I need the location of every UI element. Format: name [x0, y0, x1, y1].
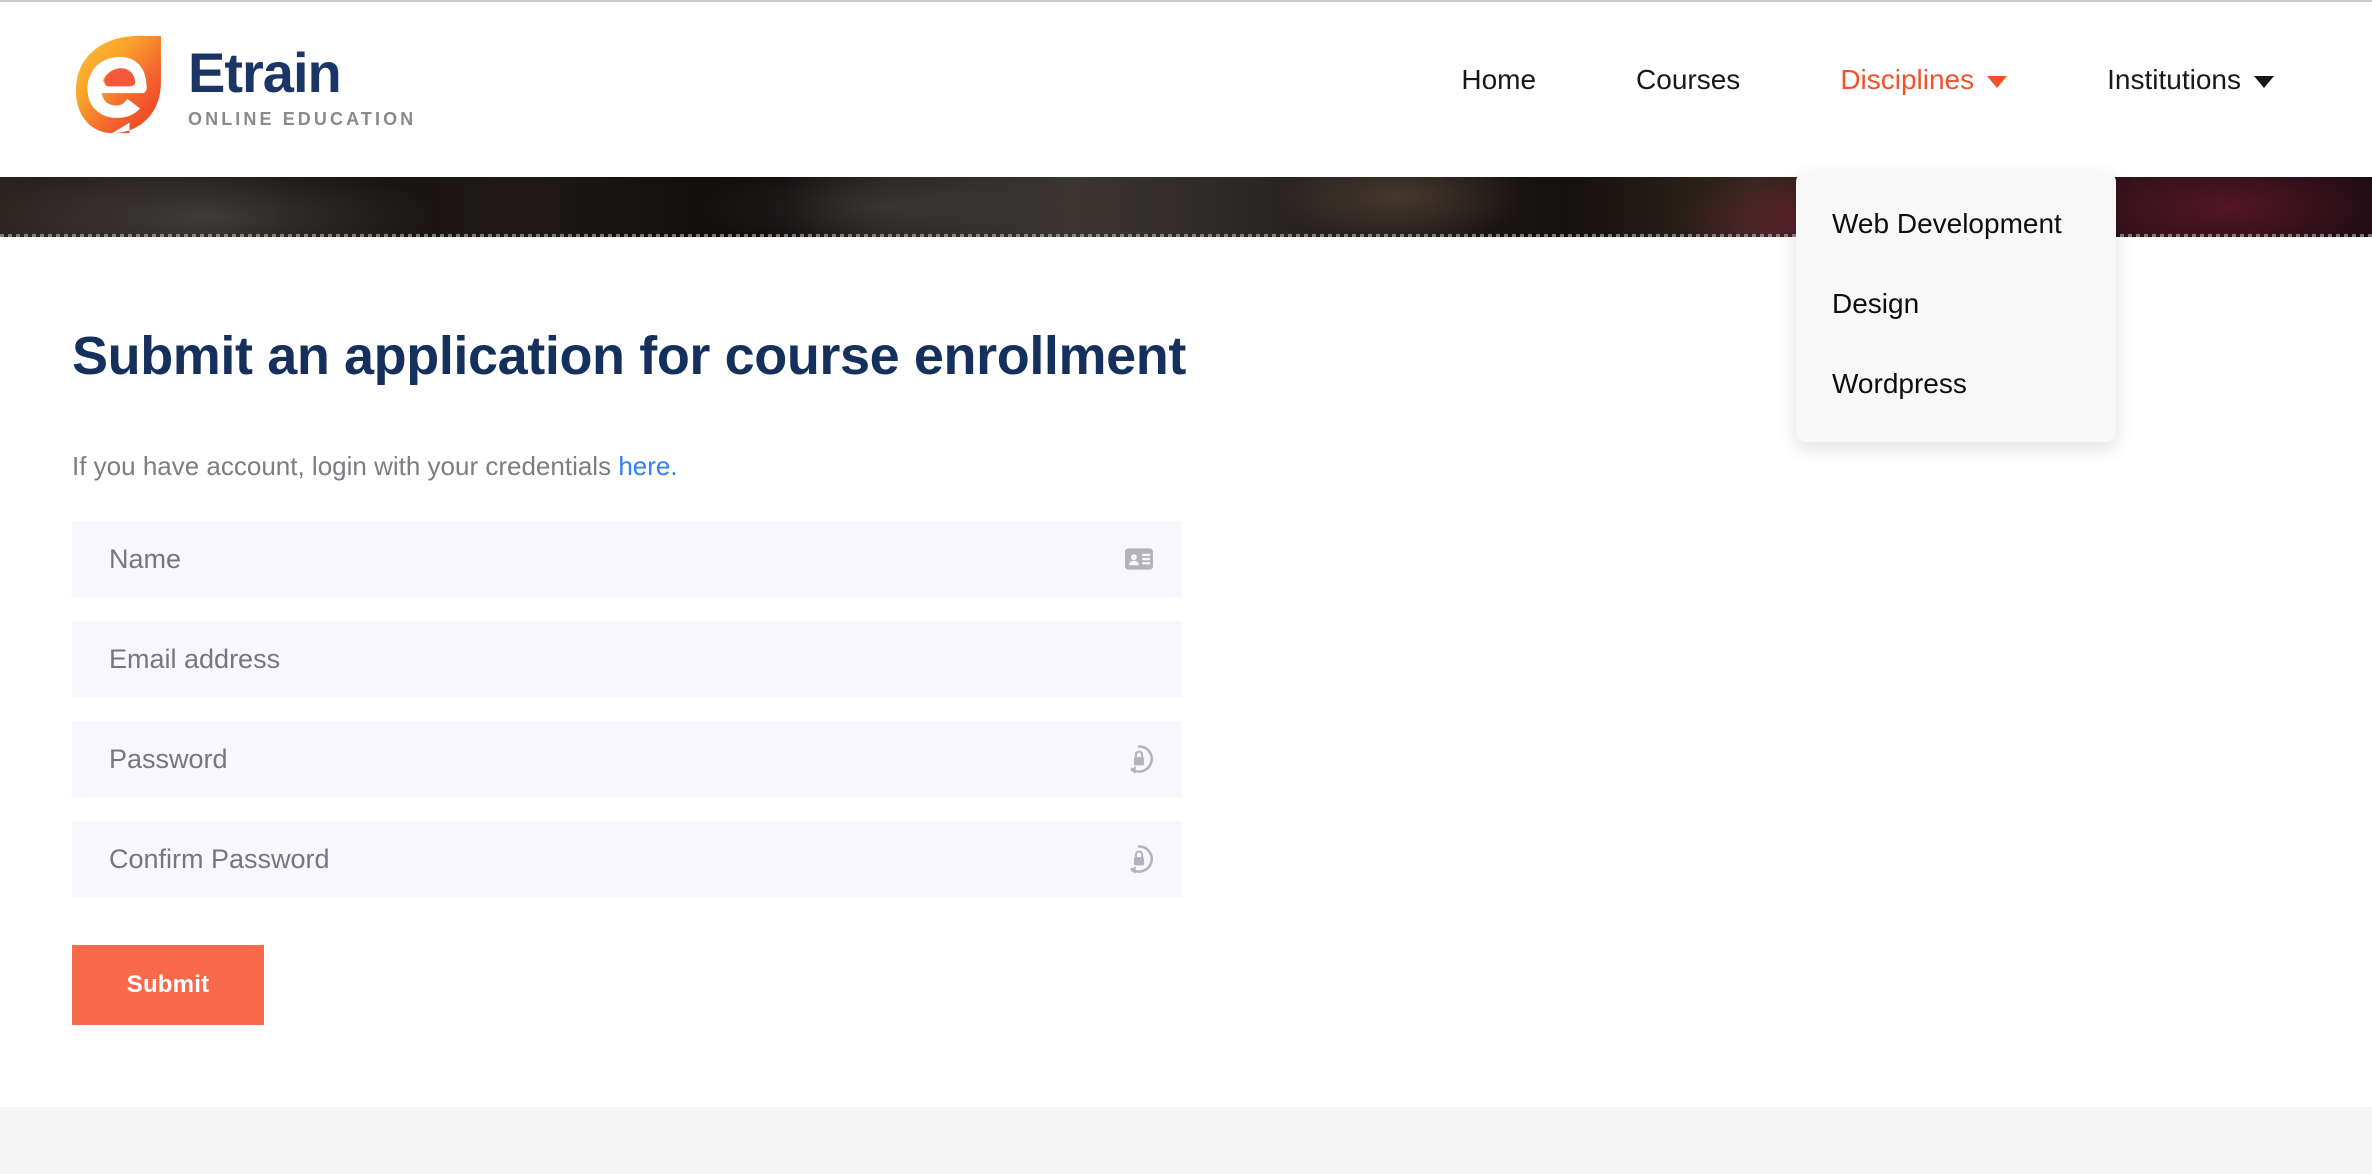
dropdown-item-design[interactable]: Design: [1796, 290, 2116, 318]
login-here-link[interactable]: here.: [618, 451, 677, 481]
footer-band: [0, 1107, 2372, 1174]
dropdown-item-web-development[interactable]: Web Development: [1796, 210, 2116, 238]
brand-name: Etrain: [188, 41, 342, 104]
email-field-wrapper[interactable]: [72, 621, 1182, 698]
nav-item-home[interactable]: Home: [1411, 66, 1586, 94]
name-input[interactable]: [72, 521, 1182, 598]
etrain-leaf-e-logo-icon: [70, 32, 166, 137]
nav-item-disciplines-label: Disciplines: [1840, 64, 1975, 95]
brand-tagline: ONLINE EDUCATION: [188, 109, 417, 129]
name-field-wrapper[interactable]: [72, 521, 1182, 598]
confirm-password-field-wrapper[interactable]: [72, 821, 1182, 898]
brand-text-block: Etrain ONLINE EDUCATION: [188, 41, 417, 129]
nav-item-disciplines[interactable]: Disciplines: [1790, 66, 2057, 94]
brand-logo-link[interactable]: Etrain ONLINE EDUCATION: [70, 32, 416, 137]
dropdown-item-wordpress[interactable]: Wordpress: [1796, 370, 2116, 398]
nav-item-courses[interactable]: Courses: [1586, 66, 1790, 94]
email-input[interactable]: [72, 621, 1182, 698]
nav-item-home-label: Home: [1461, 64, 1537, 95]
submit-button[interactable]: Submit: [72, 945, 264, 1026]
nav-item-institutions-label: Institutions: [2107, 64, 2241, 95]
main-navigation: Home Courses Disciplines Institutions: [1411, 66, 2324, 94]
chevron-down-icon: [2254, 76, 2274, 88]
nav-item-institutions[interactable]: Institutions: [2057, 66, 2324, 94]
password-input[interactable]: [72, 721, 1182, 798]
site-header: Etrain ONLINE EDUCATION Home Courses Dis…: [0, 2, 2372, 177]
disciplines-dropdown-menu: Web Development Design Wordpress: [1796, 172, 2116, 442]
enrollment-form: Submit: [72, 521, 1182, 1026]
nav-item-courses-label: Courses: [1636, 64, 1741, 95]
login-hint-prefix: If you have account, login with your cre…: [72, 451, 619, 482]
chevron-down-icon: [1987, 76, 2008, 88]
page-root: Etrain ONLINE EDUCATION Home Courses Dis…: [0, 0, 2372, 1174]
confirm-password-input[interactable]: [72, 821, 1182, 898]
password-field-wrapper[interactable]: [72, 721, 1182, 798]
